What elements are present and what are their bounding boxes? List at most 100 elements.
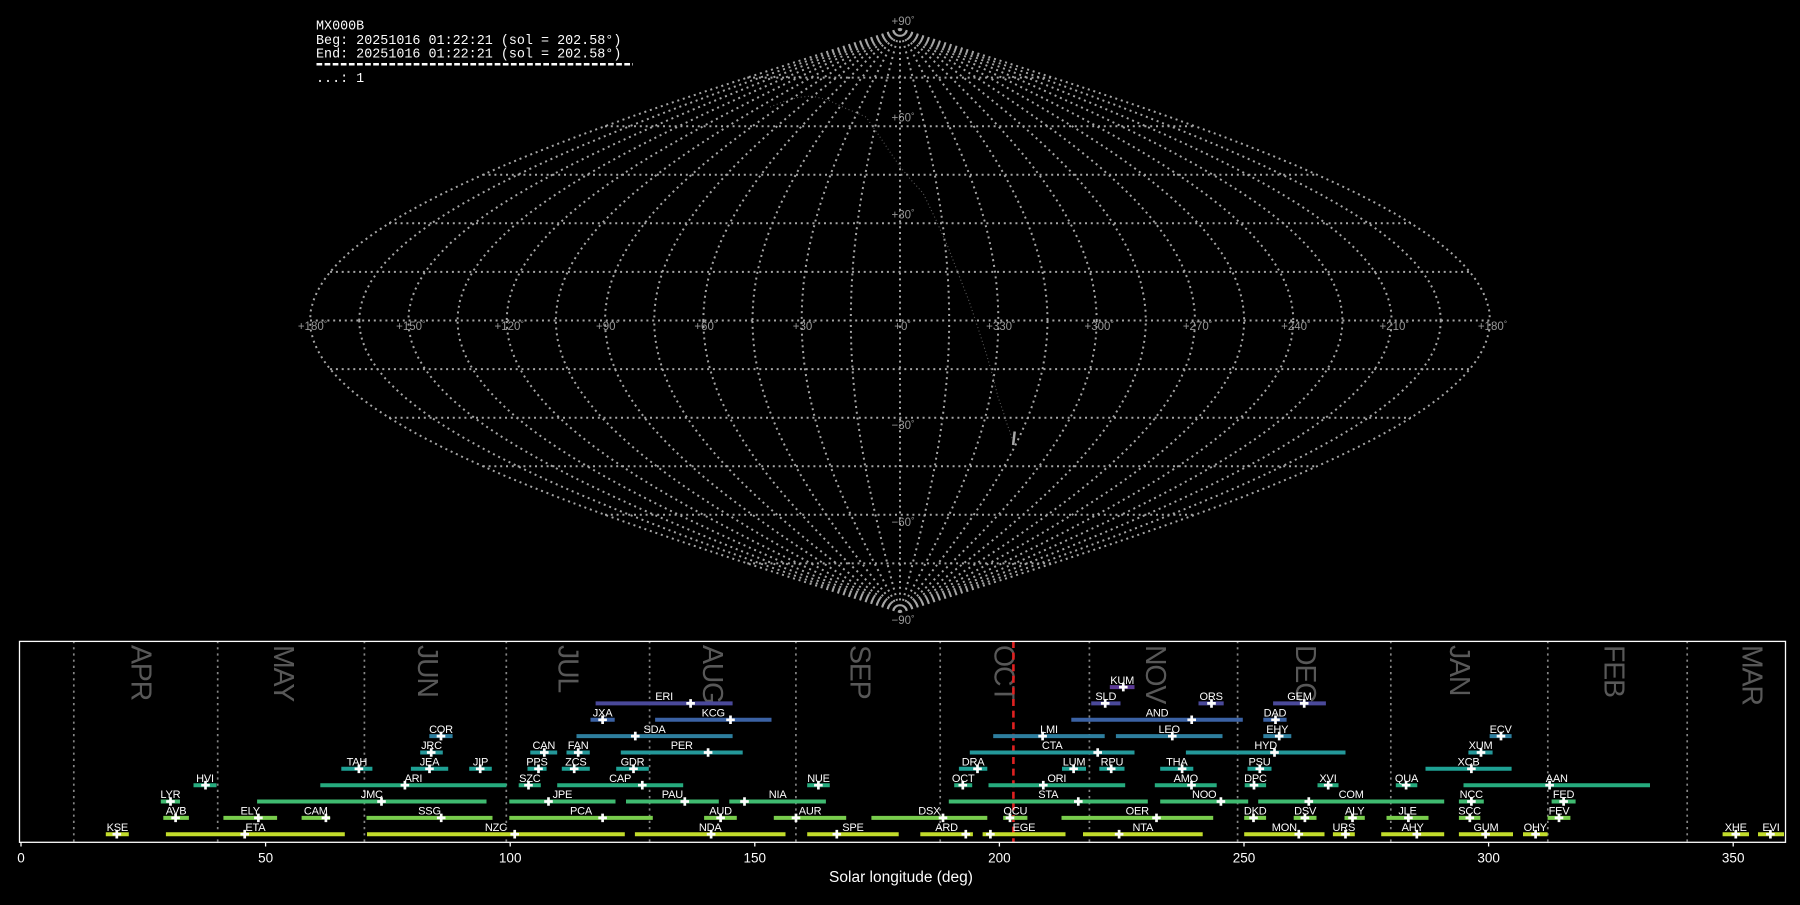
svg-text:Solar longitude (deg): Solar longitude (deg) — [829, 869, 973, 886]
svg-text:GUM: GUM — [1473, 822, 1498, 834]
svg-text:ZCS: ZCS — [565, 757, 586, 769]
svg-text:KSE: KSE — [107, 822, 128, 834]
svg-text:SZC: SZC — [519, 773, 541, 785]
svg-text:+90°: +90° — [596, 319, 619, 333]
svg-text:LYR: LYR — [160, 789, 180, 801]
svg-text:KCG: KCG — [702, 708, 725, 720]
svg-text:JPE: JPE — [553, 789, 573, 801]
svg-text:OCT: OCT — [952, 773, 975, 785]
svg-text:NIA: NIA — [769, 789, 788, 801]
svg-text:HVI: HVI — [196, 773, 214, 785]
svg-text:−60°: −60° — [892, 515, 915, 529]
svg-text:ELY: ELY — [241, 806, 261, 818]
svg-text:URS: URS — [1332, 822, 1355, 834]
svg-text:200: 200 — [988, 851, 1011, 866]
svg-text:ERI: ERI — [655, 691, 673, 703]
svg-text:SSG: SSG — [418, 806, 441, 818]
svg-text:EGE: EGE — [1013, 822, 1036, 834]
svg-text:+150°: +150° — [396, 319, 425, 333]
svg-text:XUM: XUM — [1469, 740, 1493, 752]
svg-text:+120°: +120° — [495, 319, 524, 333]
svg-text:AHY: AHY — [1402, 822, 1425, 834]
svg-text:SCC: SCC — [1458, 806, 1481, 818]
svg-text:100: 100 — [499, 851, 522, 866]
svg-text:+60°: +60° — [892, 111, 915, 125]
svg-text:DSV: DSV — [1294, 806, 1317, 818]
svg-text:AMO: AMO — [1174, 773, 1199, 785]
svg-text:+210°: +210° — [1380, 319, 1409, 333]
svg-text:OER: OER — [1126, 806, 1149, 818]
svg-text:XCB: XCB — [1457, 757, 1479, 769]
svg-text:DRA: DRA — [962, 757, 985, 769]
svg-text:+330°: +330° — [986, 319, 1015, 333]
svg-text:AND: AND — [1146, 708, 1169, 720]
svg-text:JMC: JMC — [361, 789, 383, 801]
svg-text:SDA: SDA — [643, 724, 666, 736]
svg-text:ORS: ORS — [1199, 691, 1222, 703]
svg-text:300: 300 — [1477, 851, 1500, 866]
svg-text:PSU: PSU — [1248, 757, 1270, 769]
svg-text:AUD: AUD — [709, 806, 732, 818]
svg-text:−30°: −30° — [892, 418, 915, 432]
svg-text:AAN: AAN — [1546, 773, 1568, 785]
svg-text:JUL: JUL — [552, 645, 584, 692]
svg-text:DSX: DSX — [918, 806, 941, 818]
svg-text:TAH: TAH — [347, 757, 368, 769]
svg-text:PPS: PPS — [526, 757, 547, 769]
svg-text:NOO: NOO — [1192, 789, 1217, 801]
svg-text:DPC: DPC — [1244, 773, 1267, 785]
svg-text:NCC: NCC — [1460, 789, 1483, 801]
svg-text:ARD: ARD — [935, 822, 958, 834]
svg-text:ORI: ORI — [1047, 773, 1066, 785]
svg-text:STA: STA — [1038, 789, 1059, 801]
svg-text:GDR: GDR — [621, 757, 645, 769]
svg-text:CAM: CAM — [304, 806, 328, 818]
svg-text:EHY: EHY — [1266, 724, 1289, 736]
svg-text:150: 150 — [744, 851, 767, 866]
svg-text:NDA: NDA — [699, 822, 722, 834]
svg-text:GEM: GEM — [1287, 691, 1311, 703]
svg-text:NZC: NZC — [485, 822, 507, 834]
svg-text:JAN: JAN — [1443, 645, 1475, 695]
svg-text:+30°: +30° — [892, 207, 915, 221]
svg-text:ARI: ARI — [405, 773, 423, 785]
svg-text:End: 20251016 01:22:21 (sol =: End: 20251016 01:22:21 (sol = 202.58°) — [316, 48, 621, 63]
svg-text:250: 250 — [1233, 851, 1256, 866]
svg-text:NUE: NUE — [807, 773, 830, 785]
svg-text:PER: PER — [671, 740, 693, 752]
svg-text:THA: THA — [1166, 757, 1188, 769]
svg-text:ALY: ALY — [1345, 806, 1365, 818]
svg-text:KUM: KUM — [1110, 675, 1134, 687]
svg-text:JXA: JXA — [593, 708, 613, 720]
svg-text:AUR: AUR — [799, 806, 822, 818]
svg-text:MON: MON — [1272, 822, 1297, 834]
svg-text:JUN: JUN — [411, 645, 443, 697]
svg-text:HYD: HYD — [1254, 740, 1277, 752]
svg-text:Beg: 20251016 01:22:21 (sol =: Beg: 20251016 01:22:21 (sol = 202.58°) — [316, 34, 621, 49]
svg-text:PAU: PAU — [662, 789, 683, 801]
svg-text:+60°: +60° — [694, 319, 717, 333]
svg-text:ETA: ETA — [245, 822, 266, 834]
svg-text:NOV: NOV — [1139, 645, 1171, 704]
svg-text:FEV: FEV — [1549, 806, 1571, 818]
svg-text:LUM: LUM — [1063, 757, 1086, 769]
svg-text:NTA: NTA — [1133, 822, 1154, 834]
svg-text:0: 0 — [17, 851, 25, 866]
svg-text:+180°: +180° — [1478, 319, 1507, 333]
svg-text:50: 50 — [258, 851, 273, 866]
svg-text:+240°: +240° — [1281, 319, 1310, 333]
svg-text:AVB: AVB — [166, 806, 187, 818]
svg-text:+180°: +180° — [298, 319, 327, 333]
svg-text:EVI: EVI — [1762, 822, 1779, 834]
svg-text:FED: FED — [1553, 789, 1575, 801]
svg-text:OHY: OHY — [1524, 822, 1548, 834]
svg-text:MAY: MAY — [267, 645, 299, 702]
svg-text:+270°: +270° — [1183, 319, 1212, 333]
svg-text:350: 350 — [1722, 851, 1745, 866]
svg-text:SLD: SLD — [1095, 691, 1116, 703]
svg-text:JLE: JLE — [1398, 806, 1416, 818]
svg-text:CAP: CAP — [609, 773, 631, 785]
svg-text:JIP: JIP — [473, 757, 488, 769]
svg-text:CTA: CTA — [1042, 740, 1063, 752]
svg-text:MX000B: MX000B — [316, 20, 364, 35]
